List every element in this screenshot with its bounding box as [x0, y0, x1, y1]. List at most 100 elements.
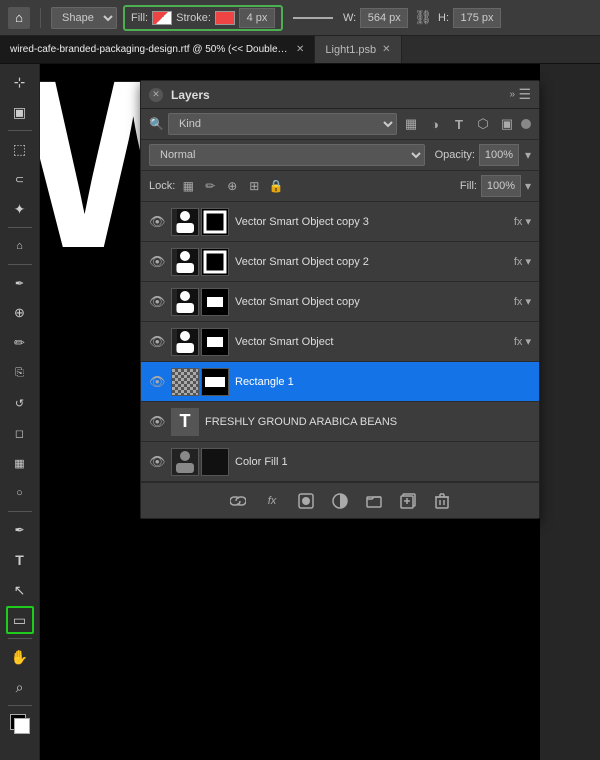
layer-thumbnail-wrap [171, 448, 229, 476]
layer-thumb-left [171, 448, 199, 476]
layer-thumb-right [201, 288, 229, 316]
layer-row[interactable]: 👁 Vector Smart Object [141, 202, 539, 242]
home-icon[interactable]: ⌂ [8, 7, 30, 29]
tab-light1[interactable]: Light1.psb ✕ [315, 36, 401, 64]
panel-expand-icon[interactable]: » [509, 89, 515, 100]
hand-tool[interactable]: ✋ [6, 643, 34, 671]
artboard-tool[interactable]: ▣ [6, 98, 34, 126]
stroke-label: Stroke: [176, 12, 211, 24]
layer-name: Vector Smart Object [235, 336, 508, 348]
blend-mode-selector[interactable]: Normal [149, 144, 425, 166]
layer-name: Vector Smart Object copy 3 [235, 216, 508, 228]
zoom-tool[interactable]: ⌕ [6, 673, 34, 701]
layer-visibility-icon[interactable]: 👁 [149, 334, 165, 350]
lock-icons: ▦ ✏ ⊕ ⊞ 🔒 [179, 177, 285, 195]
layer-mask-icon[interactable] [294, 489, 318, 513]
width-input[interactable] [360, 8, 408, 28]
shape-type-selector[interactable]: Shape [51, 7, 117, 29]
layer-new-icon[interactable] [396, 489, 420, 513]
foreground-color[interactable] [6, 710, 34, 738]
layer-name: Rectangle 1 [235, 376, 531, 388]
dodge-tool[interactable]: ○ [6, 479, 34, 507]
lock-pixels-icon[interactable]: ✏ [201, 177, 219, 195]
height-input[interactable] [453, 8, 501, 28]
pen-tool[interactable]: ✒ [6, 516, 34, 544]
shape-filter-icon[interactable]: ⬡ [473, 114, 493, 134]
layer-visibility-icon[interactable]: 👁 [149, 294, 165, 310]
kind-selector[interactable]: Kind [168, 113, 397, 135]
layer-visibility-icon[interactable]: 👁 [149, 254, 165, 270]
layer-fx[interactable]: fx ▾ [514, 255, 531, 268]
move-tool[interactable]: ⊹ [6, 68, 34, 96]
lock-label: Lock: [149, 180, 175, 192]
layer-row[interactable]: 👁 T FRESHLY GROUND ARABICA BEANS [141, 402, 539, 442]
brush-tool[interactable]: ✏ [6, 329, 34, 357]
layer-visibility-icon[interactable]: 👁 [149, 374, 165, 390]
layer-thumbnail-wrap [171, 208, 229, 236]
layer-row-selected[interactable]: 👁 [141, 362, 539, 402]
shape-tool[interactable]: ▭ [6, 606, 34, 634]
layer-effects-icon[interactable]: fx [260, 489, 284, 513]
tab-wired-cafe[interactable]: wired-cafe-branded-packaging-design.rtf … [0, 36, 315, 64]
w-label: W: [343, 12, 356, 24]
opacity-input[interactable] [479, 144, 519, 166]
lock-all-icon[interactable]: 🔒 [267, 177, 285, 195]
fill-swatch[interactable] [152, 11, 172, 25]
layer-row[interactable]: 👁 Color Fill 1 [141, 442, 539, 482]
fill-dropdown-icon[interactable]: ▾ [525, 179, 531, 193]
tool-sep-1 [8, 130, 32, 131]
stroke-swatch[interactable] [215, 11, 235, 25]
path-select-tool[interactable]: ↖ [6, 576, 34, 604]
eraser-tool[interactable]: ◻ [6, 419, 34, 447]
layer-thumbnail-wrap [171, 288, 229, 316]
type-tool[interactable]: T [6, 546, 34, 574]
layer-thumb-text-icon: T [171, 408, 199, 436]
healing-tool[interactable]: ⊕ [6, 299, 34, 327]
layer-fx[interactable]: fx ▾ [514, 335, 531, 348]
history-brush[interactable]: ↺ [6, 389, 34, 417]
stroke-width-input[interactable] [239, 8, 275, 28]
layer-visibility-icon[interactable]: 👁 [149, 414, 165, 430]
layer-group-icon[interactable] [362, 489, 386, 513]
lasso-tool[interactable]: ⊂ [6, 165, 34, 193]
height-section: H: [438, 8, 501, 28]
panel-menu-icon[interactable]: ☰ [518, 86, 531, 103]
lock-transparent-icon[interactable]: ▦ [179, 177, 197, 195]
quick-select-tool[interactable]: ✦ [6, 195, 34, 223]
fill-stroke-section: Fill: Stroke: [123, 5, 283, 31]
fill-label: Fill: [131, 12, 148, 24]
layer-visibility-icon[interactable]: 👁 [149, 214, 165, 230]
type-filter-icon[interactable]: T [449, 114, 469, 134]
opacity-dropdown-icon[interactable]: ▾ [525, 148, 531, 162]
layer-fx[interactable]: fx ▾ [514, 215, 531, 228]
layer-adjustment-icon[interactable] [328, 489, 352, 513]
width-section: W: [343, 8, 408, 28]
lock-position-icon[interactable]: ⊕ [223, 177, 241, 195]
tab-close-2[interactable]: ✕ [382, 44, 390, 55]
layer-row[interactable]: 👁 Vector Smart Object [141, 242, 539, 282]
lock-artboard-icon[interactable]: ⊞ [245, 177, 263, 195]
pixel-filter-icon[interactable]: ▦ [401, 114, 421, 134]
adjustment-filter-icon[interactable]: ◑ [425, 114, 445, 134]
layer-visibility-icon[interactable]: 👁 [149, 454, 165, 470]
link-proportional-icon[interactable]: ⛓ [414, 9, 432, 26]
layer-fx[interactable]: fx ▾ [514, 295, 531, 308]
blend-opacity-row: Normal Opacity: ▾ [141, 140, 539, 171]
panel-close-button[interactable]: ✕ [149, 88, 163, 102]
layer-link-icon[interactable] [226, 489, 250, 513]
layer-row[interactable]: 👁 Vector Smart Object [141, 322, 539, 362]
marquee-tool[interactable]: ⬚ [6, 135, 34, 163]
tab-close-1[interactable]: ✕ [296, 44, 304, 55]
smart-filter-icon[interactable]: ▣ [497, 114, 517, 134]
fill-value-input[interactable] [481, 175, 521, 197]
sep1 [40, 8, 41, 28]
gradient-tool[interactable]: ▦ [6, 449, 34, 477]
tab-label-2: Light1.psb [325, 44, 376, 56]
layer-thumb-left [171, 288, 199, 316]
eyedropper-tool[interactable]: ✒ [6, 269, 34, 297]
layer-delete-icon[interactable] [430, 489, 454, 513]
layer-row[interactable]: 👁 Vector Smart Object [141, 282, 539, 322]
crop-tool[interactable]: ⌂ [6, 232, 34, 260]
stamp-tool[interactable]: ⎘ [6, 359, 34, 387]
layer-name: Color Fill 1 [235, 456, 531, 468]
